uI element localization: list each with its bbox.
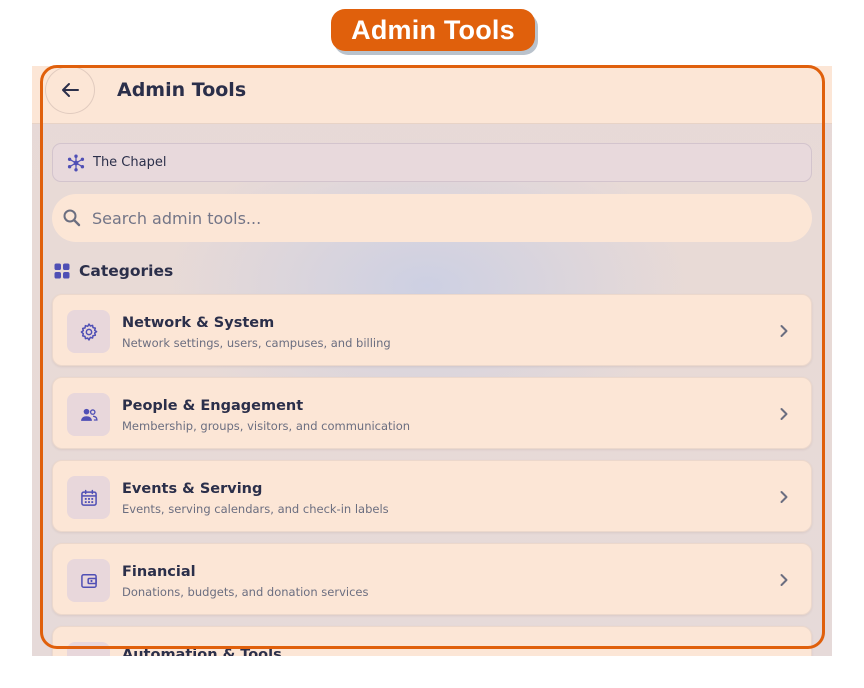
category-icon-tile	[67, 310, 110, 353]
category-icon-tile	[67, 642, 110, 656]
category-network-system[interactable]: Network & System Network settings, users…	[52, 294, 812, 366]
category-title: Financial	[122, 564, 196, 580]
category-title: Automation & Tools	[122, 647, 282, 656]
page-title: Admin Tools	[117, 79, 247, 101]
chevron-right-icon	[777, 572, 791, 588]
chevron-right-icon	[777, 406, 791, 422]
category-title: Events & Serving	[122, 481, 263, 497]
categories-header: Categories	[54, 262, 173, 280]
search-icon	[63, 209, 81, 227]
organization-name: The Chapel	[93, 155, 167, 170]
wallet-icon	[80, 573, 97, 588]
calendar-icon	[80, 489, 97, 506]
back-button[interactable]	[45, 66, 95, 114]
app-bar: Admin Tools	[32, 66, 832, 124]
chevron-right-icon	[777, 489, 791, 505]
category-title: People & Engagement	[122, 398, 304, 414]
category-people-engagement[interactable]: People & Engagement Membership, groups, …	[52, 377, 812, 449]
category-description: Donations, budgets, and donation service…	[122, 585, 369, 599]
arrow-left-icon	[62, 83, 79, 97]
app-screen: Admin Tools The Chapel Search admin tool…	[32, 66, 832, 656]
network-icon	[67, 154, 85, 171]
screen-bottom-edge	[32, 656, 832, 688]
gear-icon	[80, 322, 97, 341]
category-icon-tile	[67, 393, 110, 436]
category-list: Network & System Network settings, users…	[52, 294, 812, 656]
organization-chip[interactable]: The Chapel	[52, 143, 812, 182]
category-title: Network & System	[122, 315, 275, 331]
category-financial[interactable]: Financial Donations, budgets, and donati…	[52, 543, 812, 615]
category-automation-tools[interactable]: Automation & Tools	[52, 626, 812, 656]
search-bar[interactable]	[52, 194, 812, 242]
category-description: Membership, groups, visitors, and commun…	[122, 419, 411, 433]
category-description: Events, serving calendars, and check-in …	[122, 502, 389, 516]
people-icon	[80, 408, 98, 421]
categories-title: Categories	[79, 262, 174, 280]
chevron-right-icon	[777, 323, 791, 339]
category-description: Network settings, users, campuses, and b…	[122, 336, 391, 350]
grid-icon	[54, 263, 70, 279]
search-input[interactable]	[92, 208, 752, 228]
category-icon-tile	[67, 476, 110, 519]
category-icon-tile	[67, 559, 110, 602]
title-badge: Admin Tools	[331, 9, 535, 51]
category-events-serving[interactable]: Events & Serving Events, serving calenda…	[52, 460, 812, 532]
